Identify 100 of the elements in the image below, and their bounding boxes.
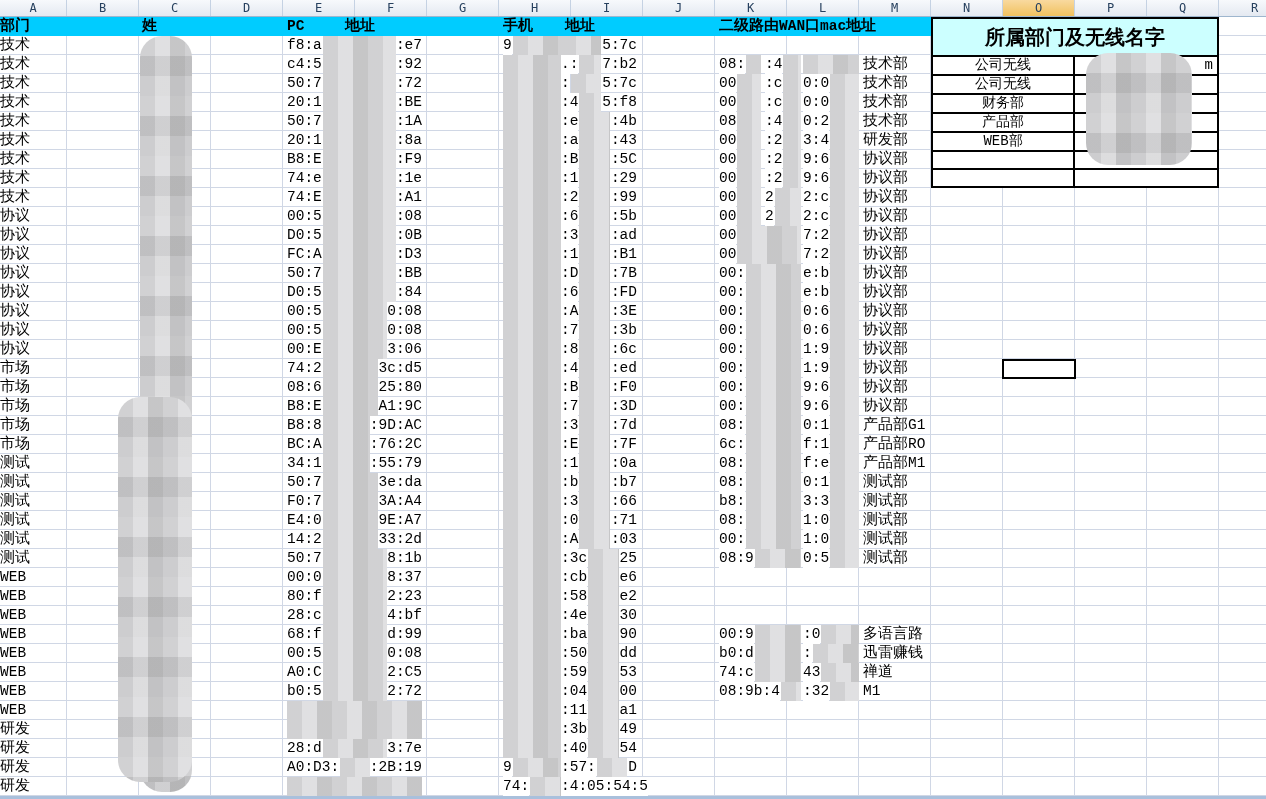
column-header[interactable]: I — [571, 0, 643, 16]
table-cell: F0:7 — [287, 492, 322, 511]
table-cell: :3 — [561, 416, 579, 435]
column-title: 部门 — [0, 17, 31, 36]
table-cell: 3e:da — [378, 473, 422, 492]
table-cell: 08: — [719, 416, 746, 435]
column-header[interactable]: H — [499, 0, 571, 16]
table-cell: f:1 — [803, 435, 830, 454]
table-cell: 00: — [719, 359, 746, 378]
table-cell-text: WEB — [0, 606, 28, 625]
column-header[interactable]: C — [139, 0, 211, 16]
table-cell: 50:7 — [287, 112, 322, 131]
table-cell-text: WEB — [0, 682, 28, 701]
table-cell: 28:c — [287, 606, 322, 625]
table-cell: :4 — [765, 55, 783, 74]
table-cell: :0 — [803, 625, 821, 644]
table-cell: e:b — [803, 264, 830, 283]
table-cell: :7 — [561, 397, 579, 416]
table-cell-text: 市场 — [0, 359, 31, 378]
table-cell: 00:5 — [287, 302, 322, 321]
column-header[interactable]: E — [283, 0, 355, 16]
table-cell: :4e — [561, 606, 588, 625]
table-cell-text: :43 — [609, 131, 638, 150]
table-cell-text: 测试 — [0, 549, 31, 568]
table-cell: 00 — [719, 245, 737, 264]
column-header[interactable]: A — [0, 0, 67, 16]
table-cell-text: 测试部 — [862, 473, 909, 492]
table-cell-text: 54 — [618, 739, 638, 758]
table-cell-text: 技术 — [0, 74, 31, 93]
column-header[interactable]: K — [715, 0, 787, 16]
column-header[interactable]: L — [787, 0, 859, 16]
table-cell: 00 — [719, 74, 737, 93]
table-cell: 74: — [503, 777, 530, 796]
table-cell-text: 研发部 — [862, 131, 909, 150]
table-cell-text: 协议部 — [862, 245, 909, 264]
table-cell-text: 协议部 — [862, 340, 909, 359]
column-header[interactable]: F — [355, 0, 427, 16]
table-cell: 00:0 — [287, 568, 322, 587]
table-cell: 08: — [719, 511, 746, 530]
table-cell-text: 技术 — [0, 169, 31, 188]
column-header[interactable]: B — [67, 0, 139, 16]
table-cell: 20:1 — [287, 131, 322, 150]
table-cell-text: :66 — [609, 492, 638, 511]
table-cell-text: 产品部G1 — [862, 416, 927, 435]
table-cell: 33:2d — [378, 530, 422, 549]
blur-overlay — [754, 625, 801, 644]
table-cell: 00 — [719, 226, 737, 245]
table-cell: :cb — [561, 568, 588, 587]
table-cell-text: 协议部 — [862, 378, 909, 397]
table-cell: 2:72 — [387, 682, 422, 701]
table-cell: BC:A — [287, 435, 322, 454]
column-header[interactable]: Q — [1147, 0, 1219, 16]
table-cell: :F9 — [395, 150, 422, 169]
table-cell: B8:8 — [287, 416, 322, 435]
column-header[interactable]: J — [643, 0, 715, 16]
table-cell: :84 — [395, 283, 422, 302]
table-cell: 20:1 — [287, 93, 322, 112]
column-header[interactable]: G — [427, 0, 499, 16]
table-cell-text: 禅道 — [862, 663, 894, 682]
table-cell: 00: — [719, 340, 746, 359]
table-cell-text: 市场 — [0, 416, 31, 435]
table-cell-text: 协议 — [0, 302, 31, 321]
table-cell: B8:E — [287, 397, 322, 416]
table-cell-text: WEB — [0, 625, 28, 644]
table-cell: 4:bf — [387, 606, 422, 625]
table-title: 所属部门及无线名字 — [933, 19, 1217, 57]
table-cell-text: :FD — [609, 283, 638, 302]
blur-overlay — [579, 530, 610, 549]
table-cell-text: :5b — [609, 207, 638, 226]
table-cell: :A1 — [395, 188, 422, 207]
table-cell-text: 5:7c — [601, 36, 638, 55]
table-cell-text: WEB — [0, 701, 28, 720]
column-title: 地址 — [343, 17, 376, 36]
table-cell-text: 7:b2 — [601, 55, 638, 74]
table-cell: 00 — [719, 131, 737, 150]
table-cell-text: :ed — [609, 359, 638, 378]
table-cell: 74:E — [287, 188, 322, 207]
cell-cursor[interactable] — [1002, 359, 1076, 379]
column-header[interactable]: O — [1003, 0, 1075, 16]
table-cell: 9E:A7 — [378, 511, 422, 530]
table-cell: :e7 — [395, 36, 422, 55]
table-cell: 7:2 — [803, 226, 830, 245]
table-cell-text: 协议部 — [862, 150, 909, 169]
table-cell-text: :71 — [609, 511, 638, 530]
column-header[interactable]: R — [1219, 0, 1266, 16]
table-cell: :58 — [561, 587, 588, 606]
table-cell: 0:08 — [387, 644, 422, 663]
blur-overlay — [588, 739, 619, 758]
table-cell: 74:c — [719, 663, 754, 682]
table-cell: 00:5 — [287, 644, 322, 663]
blur-overlay — [737, 245, 801, 264]
column-header[interactable]: P — [1075, 0, 1147, 16]
table-cell-text: 技术 — [0, 55, 31, 74]
column-header[interactable]: D — [211, 0, 283, 16]
table-cell-text: 5:f8 — [601, 93, 638, 112]
column-header[interactable]: M — [859, 0, 931, 16]
table-cell: :e — [561, 112, 579, 131]
table-cell: 00: — [719, 397, 746, 416]
table-cell: 2:23 — [387, 587, 422, 606]
blur-overlay — [783, 55, 801, 74]
